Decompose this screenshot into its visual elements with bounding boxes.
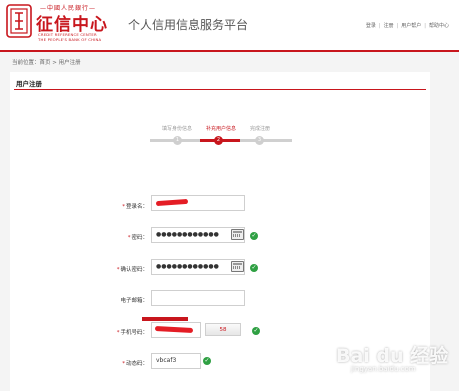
credit-center-emblem-icon xyxy=(6,4,32,38)
step-3-label: 完成注册 xyxy=(250,126,271,132)
dynamic-code-label: *动态码： xyxy=(122,361,148,367)
step-1-dot: 1 xyxy=(173,136,182,145)
email-input[interactable] xyxy=(151,290,245,306)
site-header: —中國人民銀行— 征信中心 CREDIT REFERENCE CENTER TH… xyxy=(0,0,459,51)
soft-keyboard-icon[interactable] xyxy=(231,261,244,272)
check-icon: ✓ xyxy=(203,357,211,365)
site-title: 个人信用信息服务平台 xyxy=(128,18,249,32)
check-icon: ✓ xyxy=(250,232,258,240)
check-icon: ✓ xyxy=(250,264,258,272)
top-nav: 登录 | 注册 | 用户帮户 | 帮助中心 xyxy=(366,22,449,29)
step-track-3 xyxy=(240,139,292,142)
nav-register-link[interactable]: 注册 xyxy=(384,23,394,29)
step-2-dot: 2 xyxy=(214,136,223,145)
logo-en-line2: THE PEOPLE'S BANK OF CHINA xyxy=(38,37,102,42)
step-2-label: 补充用户信息 xyxy=(206,126,237,132)
email-label: 电子邮箱： xyxy=(120,298,148,304)
title-rule xyxy=(14,89,426,90)
step-1-label: 填写身份信息 xyxy=(162,126,193,132)
breadcrumb: 当前位置：首页 > 用户注册 xyxy=(12,60,81,66)
watermark-text: Bai du 经验 xyxy=(336,345,449,367)
nav-separator: | xyxy=(378,23,381,29)
submit-button[interactable] xyxy=(142,317,188,321)
soft-keyboard-icon[interactable] xyxy=(231,229,244,240)
watermark-url: jingyan.baidu.com xyxy=(351,365,416,373)
nav-help-link[interactable]: 帮助中心 xyxy=(429,23,449,29)
phone-label: *手机号码： xyxy=(116,330,148,336)
check-icon: ✓ xyxy=(252,327,260,335)
nav-login-link[interactable]: 登录 xyxy=(366,23,376,29)
login-name-label: *登录名： xyxy=(122,204,148,210)
header-divider xyxy=(0,50,459,52)
password-label: *密码： xyxy=(127,235,148,241)
send-code-button[interactable]: 58 xyxy=(205,323,241,336)
nav-separator: | xyxy=(424,23,426,29)
page-title: 用户注册 xyxy=(16,80,42,88)
dynamic-code-input[interactable]: vbcaf3 xyxy=(151,353,201,369)
step-3-dot: 3 xyxy=(255,136,264,145)
nav-separator: | xyxy=(396,23,399,29)
confirm-password-label: *确认密码： xyxy=(116,267,148,273)
nav-user-link[interactable]: 用户帮户 xyxy=(401,23,421,29)
